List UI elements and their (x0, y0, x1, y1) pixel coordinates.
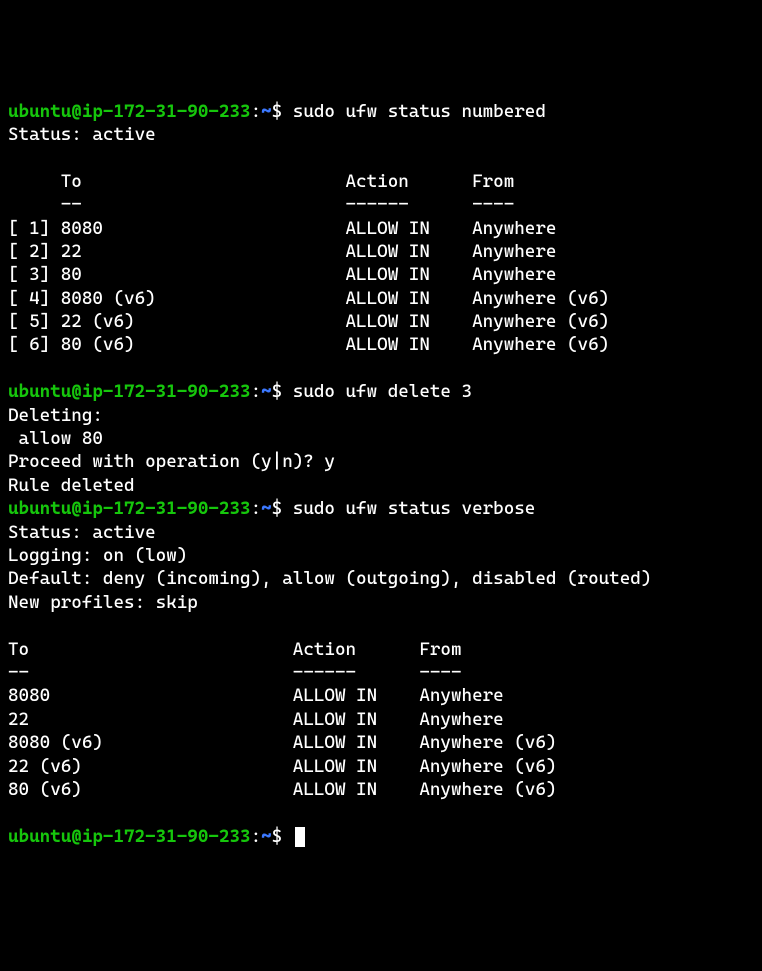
prompt-colon: : (251, 101, 262, 122)
terminal-output[interactable]: ubuntu@ip-172-31-90-233:~$ sudo ufw stat… (8, 100, 754, 849)
prompt-user: ubuntu (8, 101, 71, 122)
prompt-path: ~ (261, 498, 272, 519)
cursor-icon (295, 827, 305, 847)
prompt-dollar: $ (272, 826, 293, 847)
command-2: sudo ufw delete 3 (293, 381, 472, 402)
output-line: Deleting: (8, 405, 103, 426)
prompt-line-1: ubuntu@ip-172-31-90-233:~$ sudo ufw stat… (8, 101, 546, 122)
output-line: 22 ALLOW IN Anywhere (8, 709, 504, 730)
output-line: -- ------ ---- (8, 194, 514, 215)
prompt-host: ip-172-31-90-233 (82, 381, 251, 402)
output-line: To Action From (8, 639, 462, 660)
output-line: Rule deleted (8, 475, 135, 496)
command-1: sudo ufw status numbered (293, 101, 546, 122)
prompt-user: ubuntu (8, 826, 71, 847)
output-line: Status: active (8, 124, 156, 145)
prompt-host: ip-172-31-90-233 (82, 498, 251, 519)
output-line: [ 6] 80 (v6) ALLOW IN Anywhere (v6) (8, 334, 609, 355)
output-line: Status: active (8, 522, 156, 543)
prompt-user: ubuntu (8, 381, 71, 402)
output-line: -- ------ ---- (8, 662, 462, 683)
output-line: To Action From (8, 171, 514, 192)
prompt-dollar: $ (272, 381, 293, 402)
output-line: [ 3] 80 ALLOW IN Anywhere (8, 264, 556, 285)
prompt-path: ~ (261, 101, 272, 122)
prompt-dollar: $ (272, 498, 293, 519)
output-line: 8080 (v6) ALLOW IN Anywhere (v6) (8, 732, 556, 753)
prompt-user: ubuntu (8, 498, 71, 519)
prompt-line-4[interactable]: ubuntu@ip-172-31-90-233:~$ (8, 826, 305, 847)
output-line: [ 5] 22 (v6) ALLOW IN Anywhere (v6) (8, 311, 609, 332)
output-line: Proceed with operation (y|n)? y (8, 451, 335, 472)
output-line: 22 (v6) ALLOW IN Anywhere (v6) (8, 756, 556, 777)
output-line: [ 1] 8080 ALLOW IN Anywhere (8, 218, 556, 239)
prompt-path: ~ (261, 826, 272, 847)
prompt-host: ip-172-31-90-233 (82, 826, 251, 847)
prompt-colon: : (251, 381, 262, 402)
prompt-host: ip-172-31-90-233 (82, 101, 251, 122)
prompt-colon: : (251, 826, 262, 847)
output-line: Default: deny (incoming), allow (outgoin… (8, 568, 651, 589)
prompt-at: @ (71, 101, 82, 122)
prompt-path: ~ (261, 381, 272, 402)
prompt-at: @ (71, 826, 82, 847)
output-line: [ 2] 22 ALLOW IN Anywhere (8, 241, 556, 262)
prompt-line-2: ubuntu@ip-172-31-90-233:~$ sudo ufw dele… (8, 381, 472, 402)
output-line: [ 4] 8080 (v6) ALLOW IN Anywhere (v6) (8, 288, 609, 309)
prompt-at: @ (71, 381, 82, 402)
prompt-at: @ (71, 498, 82, 519)
output-line: Logging: on (low) (8, 545, 187, 566)
output-line: New profiles: skip (8, 592, 198, 613)
output-line: 8080 ALLOW IN Anywhere (8, 685, 504, 706)
prompt-line-3: ubuntu@ip-172-31-90-233:~$ sudo ufw stat… (8, 498, 535, 519)
prompt-colon: : (251, 498, 262, 519)
output-line: allow 80 (8, 428, 103, 449)
command-3: sudo ufw status verbose (293, 498, 536, 519)
output-line: 80 (v6) ALLOW IN Anywhere (v6) (8, 779, 556, 800)
prompt-dollar: $ (272, 101, 293, 122)
